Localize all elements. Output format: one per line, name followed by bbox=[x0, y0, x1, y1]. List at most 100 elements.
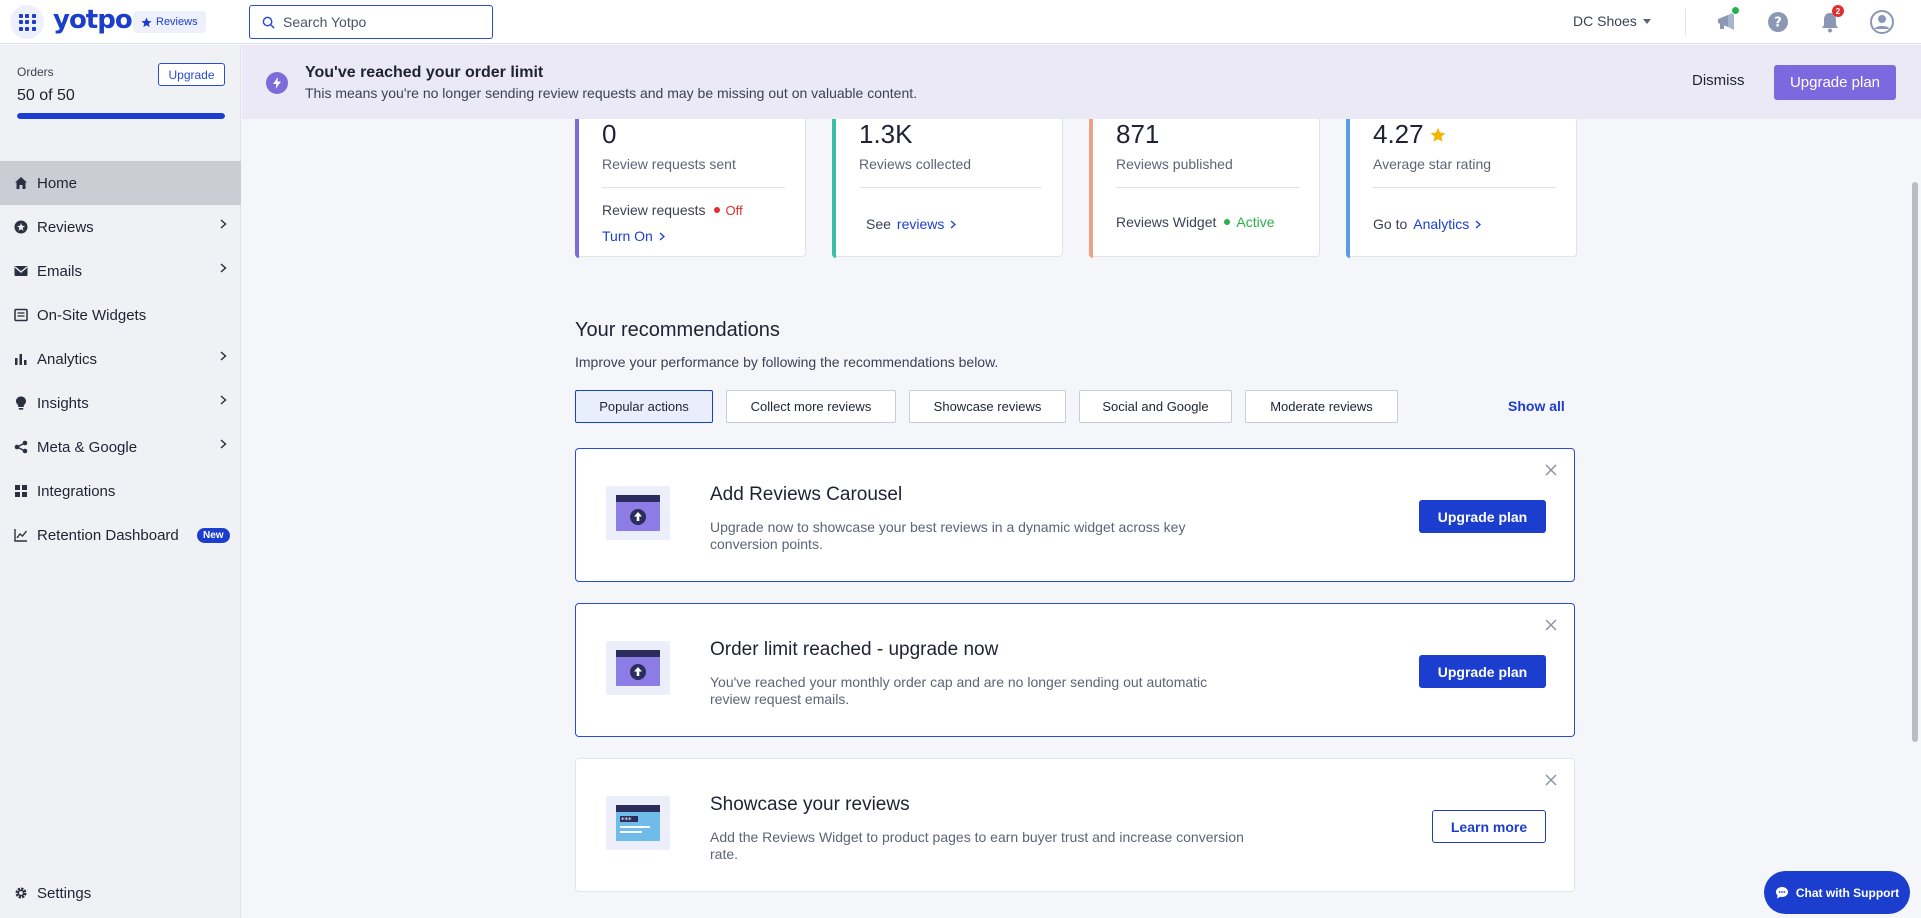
recommendation-title: Showcase your reviews bbox=[710, 794, 910, 815]
upgrade-plan-button[interactable]: Upgrade plan bbox=[1774, 65, 1896, 100]
sidebar-item-settings[interactable]: Settings bbox=[0, 871, 241, 915]
chevron-right-icon bbox=[220, 219, 227, 229]
orders-count: 50 of 50 bbox=[17, 87, 75, 104]
upgrade-button[interactable]: Upgrade bbox=[158, 63, 225, 86]
stat-card-average-rating: 4.27 Average star rating Go to Analytics bbox=[1346, 110, 1577, 258]
home-icon bbox=[13, 175, 29, 191]
filter-showcase-reviews[interactable]: Showcase reviews bbox=[909, 390, 1066, 423]
chevron-right-icon bbox=[950, 220, 957, 228]
stat-divider bbox=[1116, 187, 1299, 188]
close-icon[interactable] bbox=[1544, 463, 1558, 477]
stat-card-review-requests: 0 Review requests sent Review requests O… bbox=[575, 110, 806, 258]
analytics-link-label: Analytics bbox=[1413, 216, 1470, 232]
star-sparkle-icon bbox=[141, 16, 152, 27]
sidebar-item-label: Meta & Google bbox=[37, 438, 138, 456]
dismiss-button[interactable]: Dismiss bbox=[1692, 72, 1745, 89]
stat-value: 4.27 bbox=[1373, 119, 1446, 150]
upgrade-plan-button[interactable]: Upgrade plan bbox=[1419, 500, 1546, 533]
stat-number: 0 bbox=[602, 119, 617, 149]
reviews-widget-status: Reviews Widget Active bbox=[1116, 214, 1275, 230]
chat-with-support-button[interactable]: Chat with Support bbox=[1764, 871, 1910, 914]
turn-on-label: Turn On bbox=[602, 228, 653, 244]
banner-subtitle: This means you're no longer sending revi… bbox=[305, 85, 918, 101]
lightbulb-icon bbox=[13, 395, 29, 411]
stat-number: 871 bbox=[1116, 119, 1160, 149]
app-switcher-button[interactable] bbox=[10, 5, 44, 39]
scrollbar-thumb[interactable] bbox=[1912, 182, 1918, 742]
chat-bubble-icon bbox=[1775, 887, 1788, 899]
star-circle-icon bbox=[13, 219, 29, 235]
sidebar-item-retention-dashboard[interactable]: Retention Dashboard New bbox=[0, 513, 241, 557]
stat-value: 1.3K bbox=[859, 119, 913, 150]
account-button[interactable] bbox=[1869, 9, 1895, 35]
yotpo-logo[interactable]: yotpo. bbox=[53, 5, 142, 35]
search-box[interactable] bbox=[249, 5, 493, 39]
topbar-divider bbox=[1685, 9, 1686, 35]
stat-divider bbox=[602, 187, 785, 188]
stat-number: 4.27 bbox=[1373, 119, 1424, 149]
sidebar-item-label: Settings bbox=[37, 884, 92, 902]
chevron-right-icon bbox=[220, 439, 227, 449]
see-reviews-link[interactable]: See reviews bbox=[866, 216, 957, 232]
reviews-widget-icon: *** bbox=[606, 796, 670, 850]
product-chip-label: Reviews bbox=[156, 16, 198, 28]
learn-more-button[interactable]: Learn more bbox=[1432, 810, 1546, 843]
search-input[interactable] bbox=[283, 14, 483, 30]
upload-widget-icon bbox=[606, 641, 670, 695]
sidebar-item-label: Reviews bbox=[37, 218, 94, 236]
recommendation-card: Order limit reached - upgrade now You've… bbox=[575, 603, 1575, 737]
chat-label: Chat with Support bbox=[1795, 885, 1900, 900]
sidebar-item-emails[interactable]: Emails bbox=[0, 249, 241, 293]
grid-icon bbox=[13, 483, 29, 499]
store-selector[interactable]: DC Shoes bbox=[1573, 13, 1651, 29]
recommendation-description: Upgrade now to showcase your best review… bbox=[710, 519, 1186, 552]
show-all-link[interactable]: Show all bbox=[1508, 398, 1565, 414]
reviews-widget-text: Reviews Widget bbox=[1116, 214, 1217, 230]
filter-social-and-google[interactable]: Social and Google bbox=[1079, 390, 1232, 423]
sidebar-item-on-site-widgets[interactable]: On-Site Widgets bbox=[0, 293, 241, 337]
chevron-right-icon bbox=[659, 232, 665, 240]
notifications-count-badge: 2 bbox=[1832, 5, 1844, 17]
sidebar-item-integrations[interactable]: Integrations bbox=[0, 469, 241, 513]
sidebar-item-reviews[interactable]: Reviews bbox=[0, 205, 241, 249]
review-requests-status: Review requests Off bbox=[602, 202, 743, 218]
review-requests-text: Review requests bbox=[602, 202, 706, 218]
help-button[interactable]: ? bbox=[1765, 9, 1791, 35]
sidebar-item-home[interactable]: Home bbox=[0, 161, 241, 205]
bar-chart-icon bbox=[13, 351, 29, 367]
caret-down-icon bbox=[1642, 18, 1651, 24]
stat-label: Average star rating bbox=[1373, 156, 1492, 172]
sidebar-item-analytics[interactable]: Analytics bbox=[0, 337, 241, 381]
recommendation-description: Add the Reviews Widget to product pages … bbox=[710, 829, 1244, 862]
product-chip-reviews[interactable]: Reviews bbox=[133, 11, 206, 33]
recommendation-title: Add Reviews Carousel bbox=[710, 484, 903, 505]
mail-icon bbox=[13, 263, 29, 279]
top-bar: yotpo. Reviews DC Shoes ? 2 bbox=[0, 0, 1921, 44]
recommendations-title: Your recommendations bbox=[575, 319, 780, 341]
stat-card-reviews-collected: 1.3K Reviews collected See reviews bbox=[832, 110, 1063, 258]
filter-popular-actions[interactable]: Popular actions bbox=[575, 390, 713, 423]
sidebar-item-insights[interactable]: Insights bbox=[0, 381, 241, 425]
close-icon[interactable] bbox=[1544, 618, 1558, 632]
filter-moderate-reviews[interactable]: Moderate reviews bbox=[1245, 390, 1398, 423]
notifications-button[interactable]: 2 bbox=[1817, 5, 1844, 35]
sidebar-item-label: Insights bbox=[37, 394, 89, 412]
recommendation-description: You've reached your monthly order cap an… bbox=[710, 674, 1208, 707]
orders-progress-bar bbox=[17, 113, 225, 119]
upgrade-plan-button[interactable]: Upgrade plan bbox=[1419, 655, 1546, 688]
go-to-analytics-link[interactable]: Go to Analytics bbox=[1373, 216, 1482, 232]
turn-on-link[interactable]: Turn On bbox=[602, 228, 665, 244]
megaphone-icon bbox=[1718, 12, 1734, 30]
megaphone-button[interactable] bbox=[1714, 6, 1740, 35]
close-icon[interactable] bbox=[1544, 773, 1558, 787]
trend-icon bbox=[13, 527, 29, 543]
svg-text:?: ? bbox=[1774, 16, 1782, 31]
orders-progress-fill bbox=[17, 113, 225, 119]
recommendations-subtitle: Improve your performance by following th… bbox=[575, 354, 999, 370]
sidebar-item-label: On-Site Widgets bbox=[37, 306, 147, 324]
stat-divider bbox=[859, 187, 1042, 188]
active-status-text: Active bbox=[1236, 214, 1275, 230]
filter-collect-more-reviews[interactable]: Collect more reviews bbox=[726, 390, 896, 423]
sidebar-item-meta-google[interactable]: Meta & Google bbox=[0, 425, 241, 469]
recommendation-title: Order limit reached - upgrade now bbox=[710, 639, 999, 660]
